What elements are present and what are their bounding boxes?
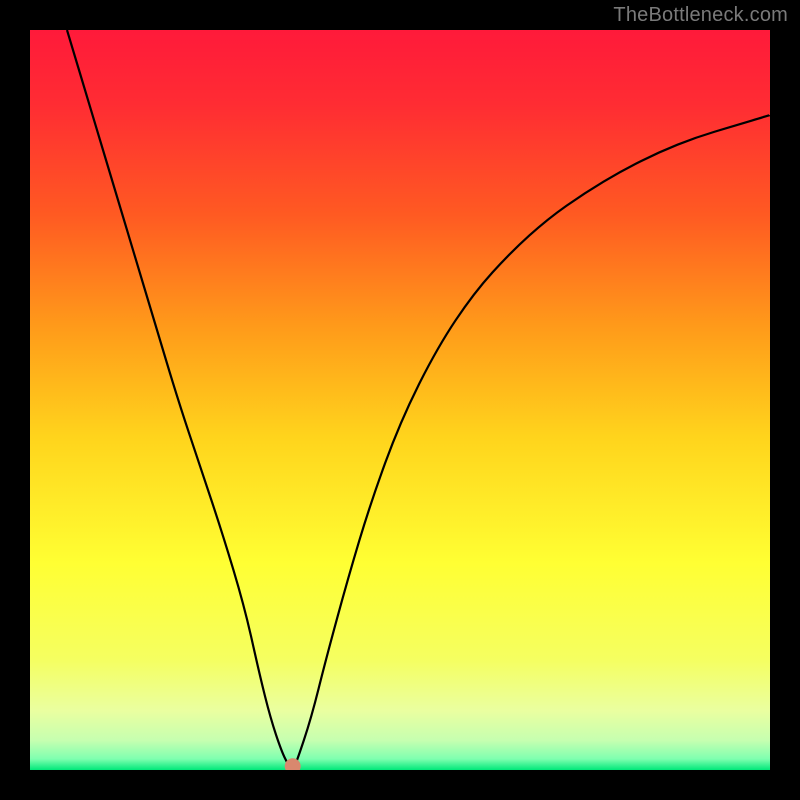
bottleneck-chart <box>30 30 770 770</box>
chart-frame: TheBottleneck.com <box>0 0 800 800</box>
watermark: TheBottleneck.com <box>613 4 788 27</box>
gradient-background <box>30 30 770 770</box>
